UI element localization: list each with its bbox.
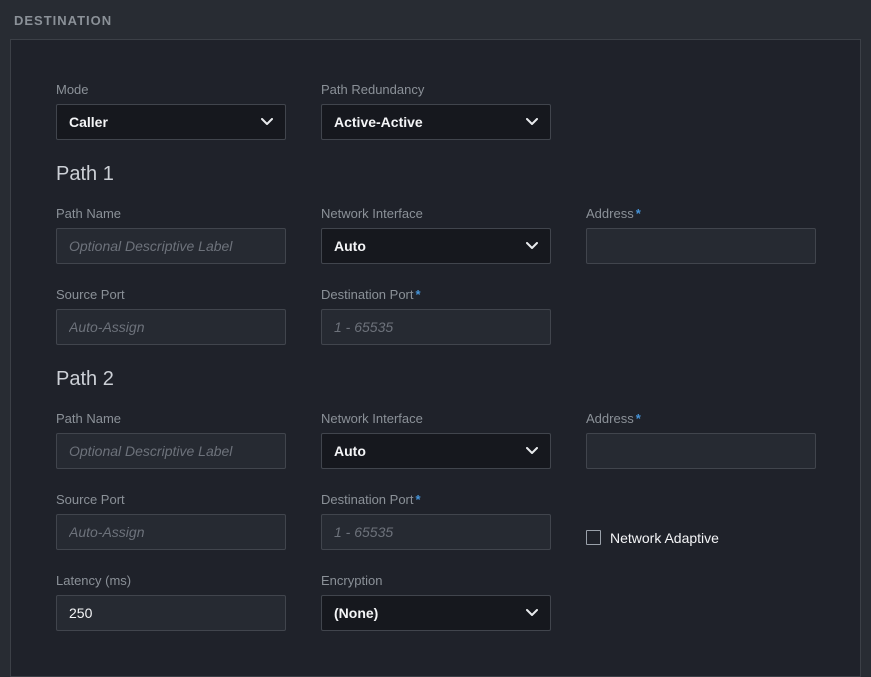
path1-source-port-input[interactable] bbox=[56, 309, 286, 345]
chevron-down-icon bbox=[526, 447, 538, 455]
required-asterisk: * bbox=[416, 492, 421, 507]
path1-heading: Path 1 bbox=[56, 163, 815, 186]
required-asterisk: * bbox=[636, 411, 641, 426]
mode-select-value: Caller bbox=[69, 114, 108, 130]
field-encryption: Encryption (None) bbox=[321, 573, 551, 631]
path-redundancy-select-value: Active-Active bbox=[334, 114, 423, 130]
mode-row: Mode Caller Path Redundancy Active-Activ… bbox=[56, 82, 815, 140]
chevron-down-icon bbox=[526, 609, 538, 617]
latency-row: Latency (ms) Encryption (None) bbox=[56, 573, 815, 631]
path2-address-label: Address bbox=[586, 411, 634, 426]
section-title: DESTINATION bbox=[0, 0, 871, 39]
field-path2-name: Path Name bbox=[56, 411, 286, 469]
field-path1-destination-port: Destination Port* bbox=[321, 287, 551, 345]
path2-source-port-label: Source Port bbox=[56, 492, 286, 507]
mode-label: Mode bbox=[56, 82, 286, 97]
field-path-redundancy: Path Redundancy Active-Active bbox=[321, 82, 551, 140]
chevron-down-icon bbox=[526, 118, 538, 126]
chevron-down-icon bbox=[526, 242, 538, 250]
path2-network-interface-select[interactable]: Auto bbox=[321, 433, 551, 469]
path-redundancy-select[interactable]: Active-Active bbox=[321, 104, 551, 140]
field-mode: Mode Caller bbox=[56, 82, 286, 140]
path2-row1: Path Name Network Interface Auto Address… bbox=[56, 411, 815, 469]
required-asterisk: * bbox=[636, 206, 641, 221]
path1-row2: Source Port Destination Port* bbox=[56, 287, 815, 345]
path2-source-port-input[interactable] bbox=[56, 514, 286, 550]
path2-network-interface-select-value: Auto bbox=[334, 443, 366, 459]
path1-address-label: Address bbox=[586, 206, 634, 221]
destination-page: DESTINATION Mode Caller Path Redundancy … bbox=[0, 0, 871, 677]
path2-row2: Source Port Destination Port* Network Ad… bbox=[56, 492, 815, 550]
field-path1-address: Address* bbox=[586, 206, 816, 264]
field-path2-network-interface: Network Interface Auto bbox=[321, 411, 551, 469]
encryption-label: Encryption bbox=[321, 573, 551, 588]
path1-address-input[interactable] bbox=[586, 228, 816, 264]
path2-network-interface-label: Network Interface bbox=[321, 411, 551, 426]
field-path2-destination-port: Destination Port* bbox=[321, 492, 551, 550]
field-path2-source-port: Source Port bbox=[56, 492, 286, 550]
field-latency: Latency (ms) bbox=[56, 573, 286, 631]
chevron-down-icon bbox=[261, 118, 273, 126]
path2-address-input[interactable] bbox=[586, 433, 816, 469]
path1-name-label: Path Name bbox=[56, 206, 286, 221]
latency-label: Latency (ms) bbox=[56, 573, 286, 588]
latency-input[interactable] bbox=[56, 595, 286, 631]
path1-destination-port-input[interactable] bbox=[321, 309, 551, 345]
path2-name-input[interactable] bbox=[56, 433, 286, 469]
path1-row1: Path Name Network Interface Auto Address… bbox=[56, 206, 815, 264]
destination-panel: Mode Caller Path Redundancy Active-Activ… bbox=[10, 39, 861, 677]
path1-source-port-label: Source Port bbox=[56, 287, 286, 302]
path1-name-input[interactable] bbox=[56, 228, 286, 264]
encryption-select[interactable]: (None) bbox=[321, 595, 551, 631]
path1-network-interface-select[interactable]: Auto bbox=[321, 228, 551, 264]
field-path1-name: Path Name bbox=[56, 206, 286, 264]
field-path1-network-interface: Network Interface Auto bbox=[321, 206, 551, 264]
field-path1-source-port: Source Port bbox=[56, 287, 286, 345]
network-adaptive-checkbox[interactable] bbox=[586, 530, 601, 545]
field-network-adaptive: Network Adaptive bbox=[586, 492, 816, 550]
path-redundancy-label: Path Redundancy bbox=[321, 82, 551, 97]
mode-select[interactable]: Caller bbox=[56, 104, 286, 140]
required-asterisk: * bbox=[416, 287, 421, 302]
field-path2-address: Address* bbox=[586, 411, 816, 469]
path1-network-interface-label: Network Interface bbox=[321, 206, 551, 221]
network-adaptive-label: Network Adaptive bbox=[610, 530, 719, 546]
encryption-select-value: (None) bbox=[334, 605, 378, 621]
path1-destination-port-label: Destination Port bbox=[321, 287, 414, 302]
path2-heading: Path 2 bbox=[56, 368, 815, 391]
path2-destination-port-label: Destination Port bbox=[321, 492, 414, 507]
path2-destination-port-input[interactable] bbox=[321, 514, 551, 550]
path1-network-interface-select-value: Auto bbox=[334, 238, 366, 254]
path2-name-label: Path Name bbox=[56, 411, 286, 426]
